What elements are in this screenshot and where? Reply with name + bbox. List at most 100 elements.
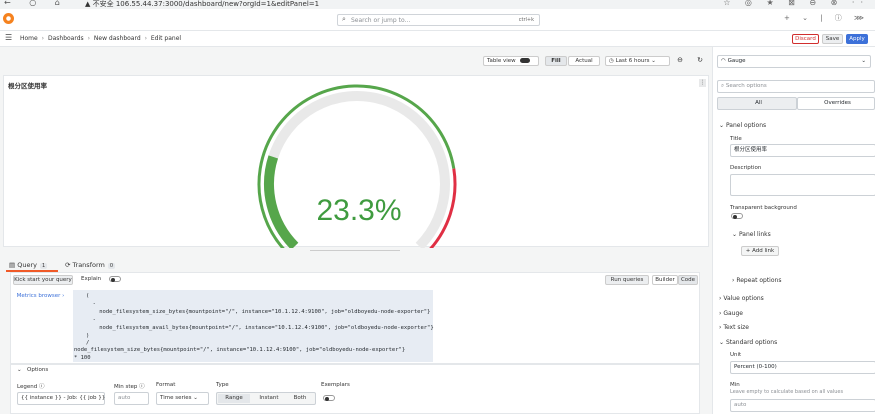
query-editor: Kick start your query Explain Run querie… — [10, 272, 700, 364]
transparent-toggle[interactable] — [731, 213, 743, 219]
explain-toggle[interactable] — [109, 276, 121, 282]
chevron-down-icon: ⌄ — [719, 339, 726, 346]
tab-transform-label: Transform — [72, 261, 105, 269]
query-options: ⌄ Options Legend ⓘ {{ instance }} - Job:… — [10, 364, 700, 414]
panel-links-header[interactable]: ⌄ Panel links — [732, 231, 771, 238]
browser-nav-icons[interactable]: ← ○ ⌂ — [4, 0, 68, 7]
breadcrumb-dashboards[interactable]: Dashboards — [48, 35, 84, 42]
info-icon[interactable]: ⓘ — [139, 384, 145, 390]
min-step-input[interactable]: auto — [114, 392, 149, 405]
search-options-input[interactable]: ⌕ Search options — [717, 80, 875, 93]
type-range-option[interactable]: Range — [218, 394, 250, 403]
options-header[interactable]: Options — [27, 367, 48, 373]
chevron-down-icon: ⌄ — [193, 395, 198, 401]
breadcrumb-separator: › — [87, 35, 90, 42]
standard-options-header[interactable]: ⌄ Standard options — [719, 339, 777, 346]
resize-splitter[interactable] — [310, 250, 400, 251]
type-instant-option[interactable]: Instant — [253, 394, 285, 403]
repeat-options-label: Repeat options — [736, 277, 782, 284]
standard-options-label: Standard options — [725, 339, 778, 346]
unit-select[interactable]: Percent (0-100) — [730, 361, 875, 374]
title-input[interactable]: 根分区使用率 — [730, 144, 875, 157]
breadcrumb-separator: › — [41, 35, 45, 42]
breadcrumb-new-dashboard[interactable]: New dashboard — [94, 35, 141, 42]
code-button[interactable]: Code — [678, 275, 698, 285]
min-input[interactable]: auto — [730, 399, 875, 412]
exemplars-label: Exemplars — [321, 382, 350, 388]
discard-button[interactable]: Discard — [792, 34, 819, 44]
tab-transform-count: 0 — [107, 263, 116, 269]
metrics-browser-button[interactable]: Metrics browser › — [13, 292, 68, 302]
visualization-name: Gauge — [727, 58, 746, 64]
grafana-logo-icon[interactable] — [3, 13, 14, 24]
breadcrumb-edit-panel: Edit panel — [150, 35, 182, 42]
apply-button[interactable]: Apply — [846, 34, 868, 44]
exemplars-toggle[interactable] — [323, 395, 335, 401]
code-line: ( — [86, 293, 90, 299]
refresh-icon[interactable]: ↻ — [694, 56, 706, 66]
tab-overrides[interactable]: Overrides — [797, 97, 875, 110]
search-input[interactable]: ⌕ Search or jump to... ctrl+k — [337, 14, 540, 26]
visualization-picker[interactable]: ◠ Gauge ⌄ — [717, 55, 871, 68]
chevron-down-icon: ⌄ — [649, 58, 656, 64]
builder-button[interactable]: Builder — [652, 275, 678, 285]
kick-start-button[interactable]: Kick start your query — [13, 275, 73, 285]
code-line: node_filesystem_avail_bytes{mountpoint="… — [86, 325, 434, 331]
tab-all[interactable]: All — [717, 97, 797, 110]
browser-extension-icons[interactable]: ☆ ◎ ★ ⊠ ⊖ ⊗ ·· — [723, 0, 869, 7]
zoom-out-icon[interactable]: ⊖ — [674, 56, 686, 66]
menu-icon[interactable]: ☰ — [5, 33, 12, 42]
code-line: / — [86, 340, 90, 346]
legend-input[interactable]: {{ instance }} - Job: {{ job }} — [17, 392, 105, 405]
description-input[interactable] — [730, 174, 875, 196]
min-step-label: Min step ⓘ — [114, 382, 145, 390]
format-select[interactable]: Time series ⌄ — [156, 392, 209, 405]
info-icon[interactable]: ⓘ — [39, 384, 45, 390]
code-line: node_filesystem_size_bytes{mountpoint="/… — [86, 309, 431, 315]
explain-label: Explain — [81, 276, 102, 282]
address-bar[interactable]: ▲ 不安全 106.55.44.37:3000/dashboard/new?or… — [85, 0, 319, 9]
topbar-right-icons[interactable]: + ⌄ | ⓘ ⋙ — [784, 13, 869, 23]
unit-label: Unit — [730, 352, 742, 358]
breadcrumb: Home › Dashboards › New dashboard › Edit… — [20, 35, 181, 42]
table-view-toggle[interactable]: Table view — [483, 56, 539, 66]
fill-button[interactable]: Fill — [545, 56, 567, 66]
options-chevron-icon[interactable]: ⌄ — [17, 367, 22, 373]
table-view-switch[interactable] — [520, 58, 531, 63]
panel-toolbar: Table view Fill Actual ◷ Last 6 hours ⌄ … — [0, 47, 712, 75]
chevron-down-icon: ⌄ — [861, 58, 866, 64]
actual-button[interactable]: Actual — [568, 56, 600, 66]
repeat-options-header[interactable]: › Repeat options — [732, 277, 781, 284]
tab-query[interactable]: ▤ Query 1 — [9, 261, 48, 269]
add-link-button[interactable]: + Add link — [741, 246, 779, 256]
time-range-picker[interactable]: ◷ Last 6 hours ⌄ — [605, 56, 670, 66]
save-button[interactable]: Save — [822, 34, 843, 44]
code-line: - — [86, 301, 96, 307]
panel-links-label: Panel links — [738, 231, 771, 238]
tab-query-label: Query — [17, 261, 37, 269]
type-both-option[interactable]: Both — [285, 394, 315, 403]
code-line: - — [86, 317, 96, 323]
tab-transform[interactable]: ⟳ Transform 0 — [65, 261, 116, 269]
legend-label-text: Legend — [17, 384, 38, 390]
search-options-placeholder: Search options — [725, 83, 767, 89]
value-options-header[interactable]: › Value options — [719, 295, 764, 302]
text-size-header[interactable]: › Text size — [719, 324, 749, 331]
panel-preview: 根分区使用率 ⋮ 23.3% — [3, 75, 709, 248]
query-tabs: ▤ Query 1 ⟳ Transform 0 — [3, 258, 709, 272]
min-label: Min — [730, 382, 740, 388]
panel-options-header[interactable]: ⌄ Panel options — [719, 122, 766, 129]
gauge-options-header[interactable]: › Gauge — [719, 310, 743, 317]
transform-icon: ⟳ — [65, 261, 73, 269]
breadcrumb-home[interactable]: Home — [20, 35, 38, 42]
gauge-options-label: Gauge — [723, 310, 743, 317]
run-queries-button[interactable]: Run queries — [605, 275, 649, 285]
min-step-label-text: Min step — [114, 384, 138, 390]
chevron-down-icon: ⌄ — [732, 231, 739, 238]
gauge-value: 23.3% — [316, 194, 402, 227]
chevron-down-icon: ⌄ — [719, 122, 726, 129]
table-view-label: Table view — [487, 58, 516, 64]
code-line: node_filesystem_size_bytes{mountpoint="/… — [74, 347, 406, 353]
search-icon: ⌕ — [342, 15, 346, 23]
format-label: Format — [156, 382, 176, 388]
